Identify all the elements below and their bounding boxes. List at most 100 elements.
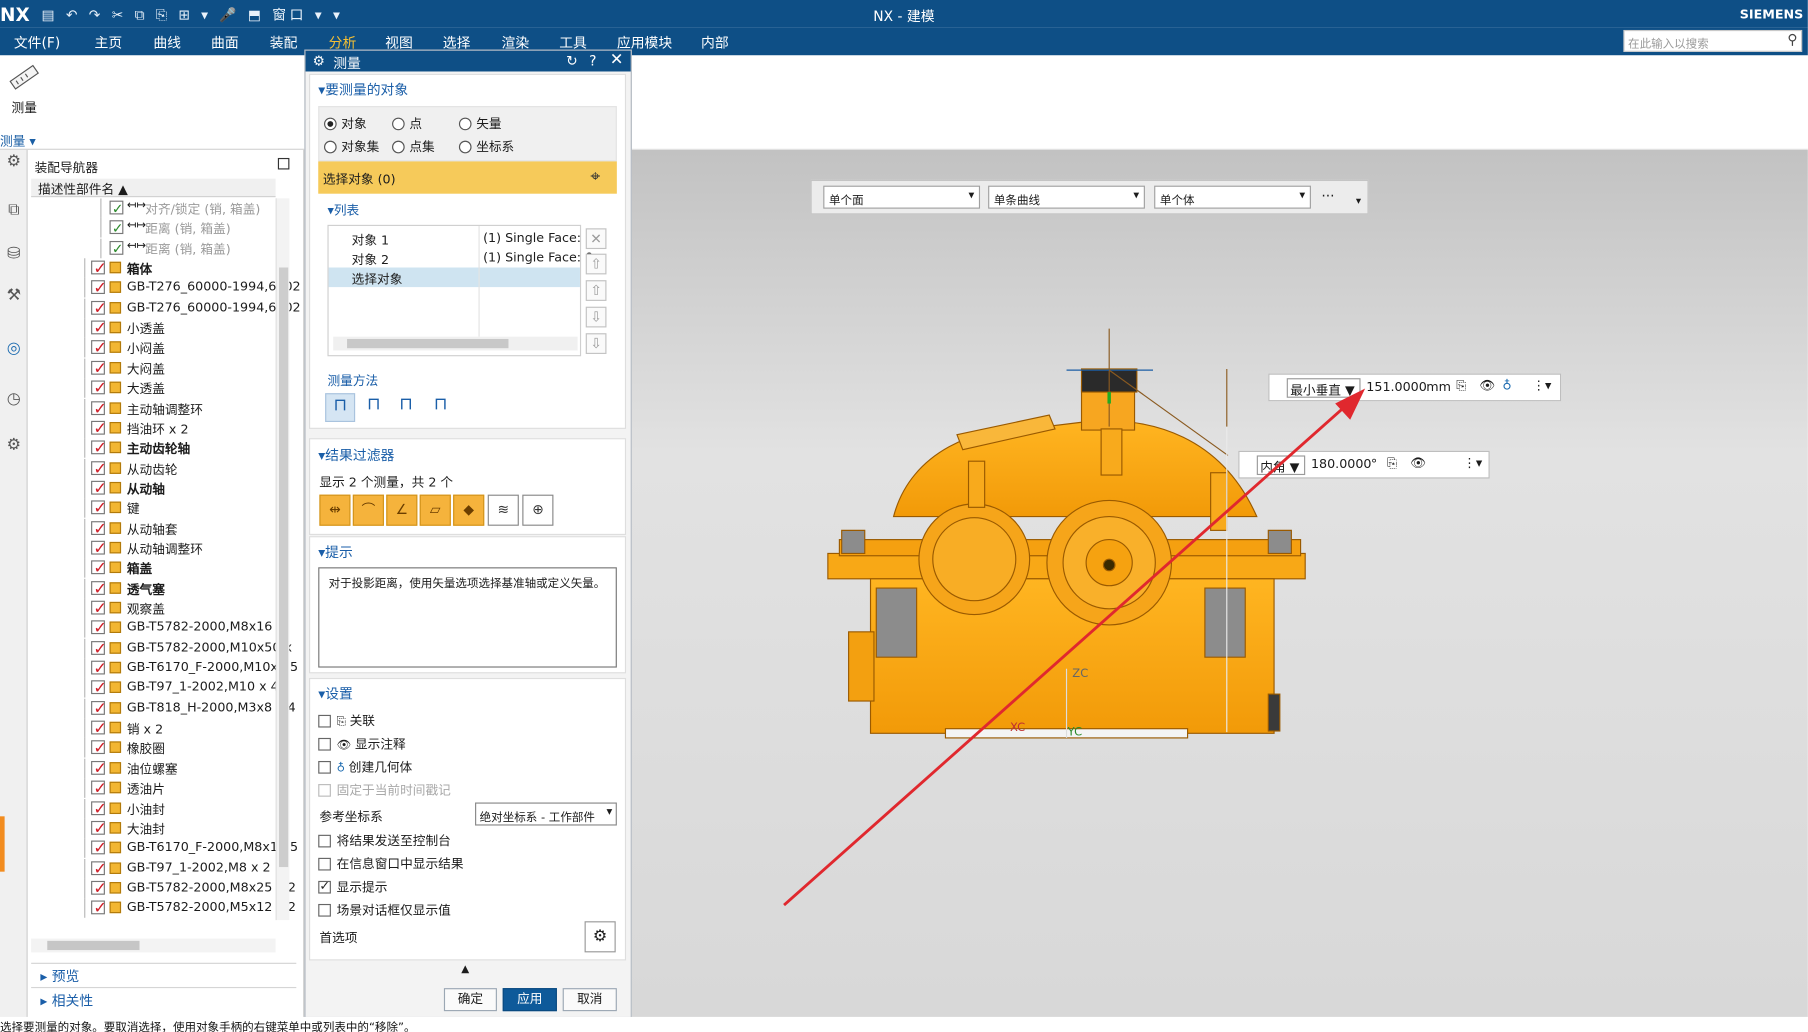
create-geometry-checkbox[interactable]: ♁ 创建几何体 <box>318 758 412 776</box>
visibility-checkbox[interactable]: ✓ <box>91 700 107 718</box>
visibility-checkbox[interactable]: ✓ <box>91 279 107 298</box>
menu-internal[interactable]: 内部 <box>701 32 729 52</box>
distance-filter-icon[interactable]: ⇹ <box>319 494 351 526</box>
move-top-icon[interactable]: ⇧ <box>585 253 607 275</box>
info-window-checkbox[interactable]: 在信息窗口中显示结果 <box>318 854 464 872</box>
gear-icon[interactable]: ⚙ <box>2 152 25 175</box>
remove-icon[interactable]: ✕ <box>585 228 607 250</box>
visibility-checkbox[interactable]: ✓ <box>91 660 107 678</box>
menu-curve[interactable]: 曲线 <box>153 32 181 52</box>
move-down-icon[interactable]: ⇩ <box>585 306 607 328</box>
visibility-checkbox[interactable]: ✓ <box>91 640 107 658</box>
menu-surface[interactable]: 曲面 <box>211 32 239 52</box>
show-annotation-checkbox[interactable]: 👁 显示注释 <box>318 734 406 752</box>
assembly-navigator-icon[interactable]: ⧉ <box>2 201 25 224</box>
chevron-down-icon[interactable]: ▾ <box>1356 196 1361 208</box>
distance-method-icon[interactable]: ⊓ <box>325 393 356 422</box>
filter-add-icon[interactable]: ⊕ <box>522 494 554 526</box>
callout-menu-icon[interactable]: ⋮▾ <box>1463 455 1482 470</box>
help-icon[interactable]: ? <box>589 53 596 69</box>
associative-icon[interactable]: ⎘ <box>1387 455 1397 471</box>
list-row-name[interactable]: 选择对象 <box>352 270 403 290</box>
select-object-bar[interactable]: 选择对象 (0) ⌖ <box>318 161 617 194</box>
curve-filter-dropdown[interactable]: 单条曲线 <box>988 185 1145 209</box>
visibility-checkbox[interactable]: ✓ <box>109 220 123 237</box>
visibility-checkbox[interactable]: ✓ <box>91 540 107 558</box>
visibility-checkbox[interactable]: ✓ <box>91 259 107 278</box>
list-row-name[interactable]: 对象 2 <box>352 250 389 270</box>
visibility-checkbox[interactable]: ✓ <box>91 820 107 838</box>
visibility-checkbox[interactable]: ✓ <box>91 379 107 398</box>
show-hint-checkbox[interactable]: 显示提示 <box>318 877 387 895</box>
visibility-checkbox[interactable]: ✓ <box>91 480 107 498</box>
radio-point[interactable]: 点 <box>392 114 422 132</box>
list-section-title[interactable]: 列表 <box>327 201 359 219</box>
scroll-thumb[interactable] <box>279 267 289 868</box>
list-hscrollbar[interactable] <box>333 336 578 351</box>
timestamp-checkbox[interactable]: 固定于当前时间戳记 <box>318 781 451 799</box>
list-row-name[interactable]: 对象 1 <box>352 231 389 251</box>
search-icon[interactable]: ⚲ <box>1787 31 1797 47</box>
associative-checkbox[interactable]: ⎘ 关联 <box>318 711 375 729</box>
values-only-checkbox[interactable]: 场景对话框仅显示值 <box>318 900 451 918</box>
radio-object-set[interactable]: 对象集 <box>323 137 379 155</box>
visibility-checkbox[interactable]: ✓ <box>91 900 107 918</box>
constraint-navigator-icon[interactable]: ⛁ <box>2 244 25 267</box>
body-filter-dropdown[interactable]: 单个体 <box>1154 185 1311 209</box>
area-filter-icon[interactable]: ▱ <box>419 494 451 526</box>
radio-object[interactable]: 对象 <box>323 114 367 132</box>
visibility-checkbox[interactable]: ✓ <box>91 500 107 518</box>
apply-button[interactable]: 应用 <box>502 988 557 1012</box>
dependencies-panel-toggle[interactable]: ▸ 相关性 <box>31 986 297 1010</box>
visibility-checkbox[interactable]: ✓ <box>91 460 107 478</box>
part-navigator-icon[interactable]: ⚒ <box>2 286 25 309</box>
more-icon[interactable]: ··· <box>1321 188 1334 204</box>
tools-icon[interactable]: ⚙ <box>2 436 25 459</box>
reset-icon[interactable]: ↻ <box>566 53 578 69</box>
visibility-checkbox[interactable]: ✓ <box>91 620 107 638</box>
visibility-checkbox[interactable]: ✓ <box>91 440 107 458</box>
visibility-checkbox[interactable]: ✓ <box>91 780 107 798</box>
mass-filter-icon[interactable]: ◆ <box>453 494 485 526</box>
column-header[interactable]: 描述性部件名 ▲ <box>31 178 276 198</box>
face-filter-dropdown[interactable]: 单个面 <box>823 185 981 209</box>
hscroll-thumb[interactable] <box>47 940 140 951</box>
maximize-icon[interactable] <box>277 157 290 170</box>
visibility-checkbox[interactable]: ✓ <box>91 860 107 878</box>
screen-distance-icon[interactable]: ⊓ <box>392 393 420 422</box>
hint-section-title[interactable]: 提示 <box>318 542 353 562</box>
crosshair-icon[interactable]: ⌖ <box>590 166 600 187</box>
geometry-icon[interactable]: ♁ <box>1502 378 1511 393</box>
close-icon[interactable]: ✕ <box>610 51 624 69</box>
ok-button[interactable]: 确定 <box>443 988 497 1012</box>
send-console-checkbox[interactable]: 将结果发送至控制台 <box>318 831 451 849</box>
visibility-checkbox[interactable]: ✓ <box>91 760 107 778</box>
visibility-checkbox[interactable]: ✓ <box>91 520 107 538</box>
visibility-checkbox[interactable]: ✓ <box>91 400 107 418</box>
associative-icon[interactable]: ⎘ <box>1456 378 1466 394</box>
filter-section-title[interactable]: 结果过滤器 <box>318 445 394 465</box>
callout-menu-icon[interactable]: ⋮▾ <box>1532 378 1551 393</box>
visibility-checkbox[interactable]: ✓ <box>91 319 107 338</box>
visibility-checkbox[interactable]: ✓ <box>91 800 107 818</box>
visibility-checkbox[interactable]: ✓ <box>109 200 123 217</box>
menu-file[interactable]: 文件(F) <box>14 32 60 52</box>
preferences-icon[interactable]: ⚙ <box>584 921 616 953</box>
annotation-icon[interactable]: 👁 <box>1479 378 1495 393</box>
command-search-input[interactable]: 在此输入以搜索 ⚲ <box>1623 29 1803 52</box>
visibility-checkbox[interactable]: ✓ <box>91 299 107 318</box>
visibility-checkbox[interactable]: ✓ <box>91 840 107 858</box>
visibility-checkbox[interactable]: ✓ <box>91 339 107 358</box>
projected-distance-icon[interactable]: ⊓ <box>360 393 388 422</box>
horizontal-scrollbar[interactable] <box>31 938 276 953</box>
history-icon[interactable]: ◷ <box>2 390 25 413</box>
web-browser-icon[interactable]: ◎ <box>2 339 25 362</box>
cancel-button[interactable]: 取消 <box>562 988 617 1012</box>
angle-filter-icon[interactable]: ∠ <box>386 494 418 526</box>
ruler-icon[interactable] <box>7 60 39 95</box>
visibility-checkbox[interactable]: ✓ <box>91 720 107 738</box>
curve-filter-icon[interactable]: ⌒ <box>352 494 384 526</box>
move-bottom-icon[interactable]: ⇩ <box>585 333 607 354</box>
visibility-checkbox[interactable]: ✓ <box>91 360 107 378</box>
visibility-checkbox[interactable]: ✓ <box>91 740 107 758</box>
